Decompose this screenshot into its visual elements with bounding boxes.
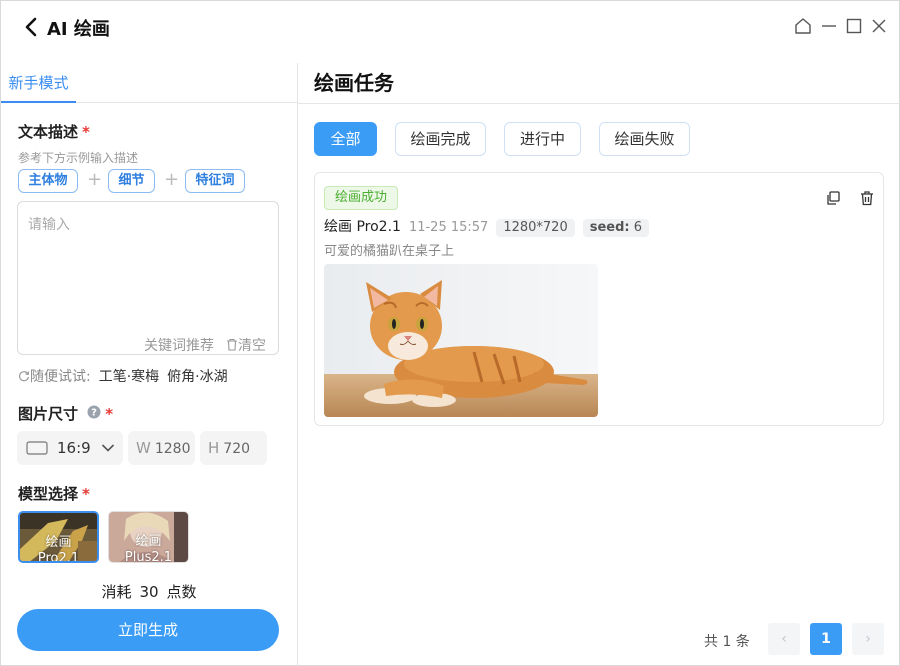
task-description: 可爱的橘猫趴在桌子上 bbox=[324, 244, 455, 259]
filter-completed[interactable]: 绘画完成 bbox=[395, 122, 486, 156]
tasks-divider bbox=[298, 103, 900, 104]
seed-value: 6 bbox=[633, 220, 643, 235]
height-prefix: H bbox=[208, 439, 220, 457]
task-card: 绘画成功 绘画 Pro2.1 11-25 15:57 1280*720 seed: 6… bbox=[314, 172, 884, 426]
filter-all[interactable]: 全部 bbox=[314, 122, 377, 156]
tasks-title: 绘画任务 bbox=[314, 71, 394, 95]
model-caption-plus: 绘画 Plus2.1 bbox=[109, 534, 188, 563]
keyword-recommend-button[interactable]: 关键词推荐 bbox=[144, 335, 214, 355]
model-name-line1: 绘画 bbox=[45, 535, 72, 550]
text-desc-label: 文本描述 * bbox=[18, 121, 90, 142]
prompt-placeholder: 请输入 bbox=[28, 217, 70, 233]
task-meta: 绘画 Pro2.1 11-25 15:57 1280*720 seed: 6 bbox=[324, 216, 650, 237]
minimize-icon[interactable] bbox=[820, 17, 838, 35]
required-mark: * bbox=[82, 485, 90, 503]
cat-photo bbox=[324, 264, 598, 417]
random-try-label: 随便试试: bbox=[30, 369, 91, 385]
cost-value: 30 bbox=[139, 583, 159, 601]
clear-button[interactable]: 清空 bbox=[226, 335, 266, 355]
close-icon[interactable] bbox=[870, 17, 888, 35]
chip-feature[interactable]: 特征词 bbox=[185, 169, 245, 193]
model-label: 模型选择 * bbox=[18, 483, 90, 504]
title-bar: AI 绘画 bbox=[1, 1, 900, 53]
width-prefix: W bbox=[136, 439, 151, 457]
task-model: 绘画 Pro2.1 bbox=[324, 219, 401, 235]
generate-button[interactable]: 立即生成 bbox=[17, 609, 279, 651]
text-desc-label-text: 文本描述 bbox=[18, 123, 79, 141]
image-size-label-text: 图片尺寸 bbox=[18, 405, 79, 423]
help-icon[interactable]: ? bbox=[87, 405, 101, 419]
refresh-icon[interactable] bbox=[18, 370, 30, 382]
prev-page-button[interactable]: ‹ bbox=[768, 623, 800, 655]
random-try-row: 随便试试: 工笔·寒梅 俯角·冰湖 bbox=[18, 366, 228, 386]
height-input[interactable]: H 720 bbox=[200, 431, 267, 465]
ratio-select[interactable]: 16:9 bbox=[17, 431, 123, 465]
model-label-text: 模型选择 bbox=[18, 485, 79, 503]
chevron-down-icon bbox=[101, 444, 115, 452]
cost-prefix: 消耗 bbox=[101, 583, 132, 601]
required-mark: * bbox=[105, 405, 114, 423]
image-size-label: 图片尺寸 ? * bbox=[18, 403, 113, 424]
app-title: AI 绘画 bbox=[47, 19, 110, 40]
left-panel: 新手模式 文本描述 * 参考下方示例输入描述 主体物 + 细节 + 特征词 请输入… bbox=[1, 63, 297, 666]
ratio-value: 16:9 bbox=[57, 439, 91, 457]
back-arrow-icon[interactable] bbox=[23, 17, 41, 37]
width-value: 1280 bbox=[154, 441, 191, 457]
model-name-line1: 绘画 bbox=[135, 534, 162, 549]
page-1-button[interactable]: 1 bbox=[810, 623, 842, 655]
model-option-pro[interactable]: 绘画 Pro2.1 bbox=[18, 511, 99, 563]
model-option-plus[interactable]: 绘画 Plus2.1 bbox=[108, 511, 189, 563]
cost-unit: 点数 bbox=[166, 583, 197, 601]
app-window: AI 绘画 新手模式 文本描述 * 参考下方示例输入描述 主体物 + 细节 + 特… bbox=[0, 0, 900, 666]
model-name-line2: Plus2.1 bbox=[124, 550, 173, 563]
chip-subject[interactable]: 主体物 bbox=[18, 169, 78, 193]
filter-in-progress[interactable]: 进行中 bbox=[504, 122, 581, 156]
home-icon[interactable] bbox=[794, 17, 812, 35]
height-value: 720 bbox=[223, 441, 251, 457]
plus-icon: + bbox=[87, 169, 103, 190]
copy-icon[interactable] bbox=[825, 190, 841, 206]
try-item-fujiao[interactable]: 俯角·冰湖 bbox=[167, 369, 227, 385]
clear-button-label: 清空 bbox=[238, 338, 266, 354]
task-seed-tag: seed: 6 bbox=[582, 219, 650, 237]
tab-novice-mode[interactable]: 新手模式 bbox=[1, 63, 76, 103]
trash-icon bbox=[227, 338, 237, 351]
maximize-icon[interactable] bbox=[845, 17, 863, 35]
next-page-button[interactable]: › bbox=[852, 623, 884, 655]
prompt-textarea[interactable]: 请输入 关键词推荐 清空 bbox=[17, 201, 279, 355]
trash-icon[interactable] bbox=[859, 190, 875, 206]
pagination-total: 共 1 条 bbox=[704, 634, 750, 650]
rectangle-ratio-icon bbox=[26, 441, 48, 455]
task-size-tag: 1280*720 bbox=[496, 219, 575, 237]
filter-failed[interactable]: 绘画失败 bbox=[599, 122, 690, 156]
try-item-gongbi[interactable]: 工笔·寒梅 bbox=[99, 369, 159, 385]
text-desc-hint: 参考下方示例输入描述 bbox=[18, 151, 139, 165]
status-badge: 绘画成功 bbox=[324, 186, 399, 210]
seed-label: seed: bbox=[589, 220, 630, 235]
panel-divider bbox=[297, 63, 298, 666]
chip-detail[interactable]: 细节 bbox=[108, 169, 155, 193]
svg-text:?: ? bbox=[91, 408, 97, 419]
model-name-line2: Pro2.1 bbox=[37, 551, 80, 563]
cost-text: 消耗 30 点数 bbox=[1, 581, 297, 602]
width-input[interactable]: W 1280 bbox=[128, 431, 195, 465]
plus-icon: + bbox=[164, 169, 180, 190]
task-time: 11-25 15:57 bbox=[408, 220, 489, 235]
task-result-image[interactable] bbox=[324, 264, 598, 417]
required-mark: * bbox=[82, 123, 90, 141]
model-caption-pro: 绘画 Pro2.1 bbox=[20, 535, 97, 563]
